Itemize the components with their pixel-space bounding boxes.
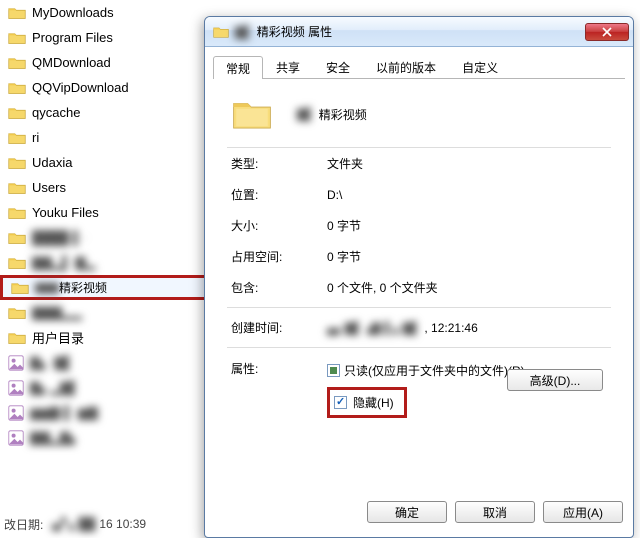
item-label: QQVipDownload (32, 80, 129, 95)
advanced-button[interactable]: 高级(D)... (507, 369, 603, 391)
value-sizeondisk: 0 字节 (327, 248, 361, 265)
item-label: Udaxia (32, 155, 72, 170)
label-created: 创建时间: (231, 319, 327, 336)
item-label: ▇▖·▇▌ (30, 355, 74, 371)
item-label: ▇▇▇▂▂ (32, 305, 82, 321)
label-location: 位置: (231, 186, 327, 203)
status-bar: 改日期: ▗▞ ▖██ 16 10:39 (0, 514, 146, 534)
item-label: Program Files (32, 30, 113, 45)
explorer-tree: MyDownloads Program Files QMDownload QQVipD… (0, 0, 210, 538)
folder-item[interactable]: QMDownload (0, 50, 210, 75)
folder-item[interactable]: Program Files (0, 25, 210, 50)
folder-item[interactable]: ████·▌· (0, 225, 210, 250)
cancel-button[interactable]: 取消 (455, 501, 535, 523)
folder-icon (231, 95, 273, 133)
checkbox-hidden[interactable] (334, 396, 347, 409)
folder-item[interactable]: 用户目录 (0, 325, 210, 350)
folder-item[interactable]: MyDownloads (0, 0, 210, 25)
highlight-hidden: 隐藏(H) (327, 387, 407, 418)
status-blur: ▗▞ ▖██ (47, 517, 95, 531)
tab-previous-versions[interactable]: 以前的版本 (363, 55, 449, 78)
label-size: 大小: (231, 217, 327, 234)
folder-item[interactable]: ▇▖·▇▌ (0, 350, 210, 375)
properties-dialog: ▇▌ 精彩视频 属性 常规 共享 安全 以前的版本 自定义 ▇▌ (204, 16, 634, 538)
status-label: 改日期: (4, 516, 43, 533)
item-label: QMDownload (32, 55, 111, 70)
folder-item[interactable]: ▇▇▂▌·▇▂ (0, 250, 210, 275)
item-label: MyDownloads (32, 5, 114, 20)
folder-item[interactable]: ▇▖▂▇▌ (0, 375, 210, 400)
tab-strip: 常规 共享 安全 以前的版本 自定义 (213, 55, 625, 79)
label-sizeondisk: 占用空间: (231, 248, 327, 265)
folder-item[interactable]: Udaxia (0, 150, 210, 175)
value-location: D:\ (327, 188, 342, 202)
folder-icon (213, 25, 229, 39)
folder-item[interactable]: ▇▇精彩视频 (0, 275, 210, 300)
status-time: 16 10:39 (99, 517, 146, 531)
item-label: ▆▆▇·▌·▆▇ (30, 405, 98, 421)
label-hidden: 隐藏(H) (353, 394, 394, 411)
dialog-body: 常规 共享 安全 以前的版本 自定义 ▇▌ 精彩视频 类型:文件夹 位置:D:\… (213, 47, 625, 497)
button-bar: 确定 取消 应用(A) (205, 501, 633, 531)
ok-button[interactable]: 确定 (367, 501, 447, 523)
folder-item[interactable]: Users (0, 175, 210, 200)
tab-customize[interactable]: 自定义 (449, 55, 511, 78)
folder-item[interactable]: QQVipDownload (0, 75, 210, 100)
value-contains: 0 个文件, 0 个文件夹 (327, 279, 438, 296)
folder-item[interactable]: Youku Files (0, 200, 210, 225)
item-label: Users (32, 180, 66, 195)
item-label: 用户目录 (32, 328, 84, 347)
value-created: ▄▖▇▌▗▇·▌▖▇▌ , 12:21:46 (327, 321, 478, 335)
close-icon (602, 27, 612, 37)
label-contains: 包含: (231, 279, 327, 296)
item-label: ▇▇▂▇▖ (30, 430, 80, 446)
item-label: ▇▇▂▌·▇▂ (32, 255, 96, 271)
tab-general[interactable]: 常规 (213, 56, 263, 79)
item-label: qycache (32, 105, 80, 120)
folder-item[interactable]: ▇▇▂▇▖ (0, 425, 210, 450)
label-readonly: 只读(仅应用于文件夹中的文件)(R) (344, 362, 525, 379)
tab-security[interactable]: 安全 (313, 55, 363, 78)
item-label: ████·▌· (32, 230, 87, 245)
value-size: 0 字节 (327, 217, 361, 234)
label-attributes: 属性: (231, 360, 327, 418)
close-button[interactable] (585, 23, 629, 41)
label-type: 类型: (231, 155, 327, 172)
folder-item[interactable]: ri (0, 125, 210, 150)
title-bar[interactable]: ▇▌ 精彩视频 属性 (205, 17, 633, 47)
window-title: ▇▌ 精彩视频 属性 (235, 23, 585, 40)
apply-button[interactable]: 应用(A) (543, 501, 623, 523)
folder-name[interactable]: ▇▌ 精彩视频 (297, 106, 367, 123)
folder-item[interactable]: qycache (0, 100, 210, 125)
item-label: ▇▖▂▇▌ (30, 380, 79, 396)
tab-sharing[interactable]: 共享 (263, 55, 313, 78)
item-label: ri (32, 130, 39, 145)
folder-item[interactable]: ▆▆▇·▌·▆▇ (0, 400, 210, 425)
folder-item[interactable]: ▇▇▇▂▂ (0, 300, 210, 325)
item-label: Youku Files (32, 205, 99, 220)
value-type: 文件夹 (327, 155, 363, 172)
checkbox-readonly[interactable] (327, 364, 340, 377)
item-label: ▇▇精彩视频 (35, 279, 107, 296)
